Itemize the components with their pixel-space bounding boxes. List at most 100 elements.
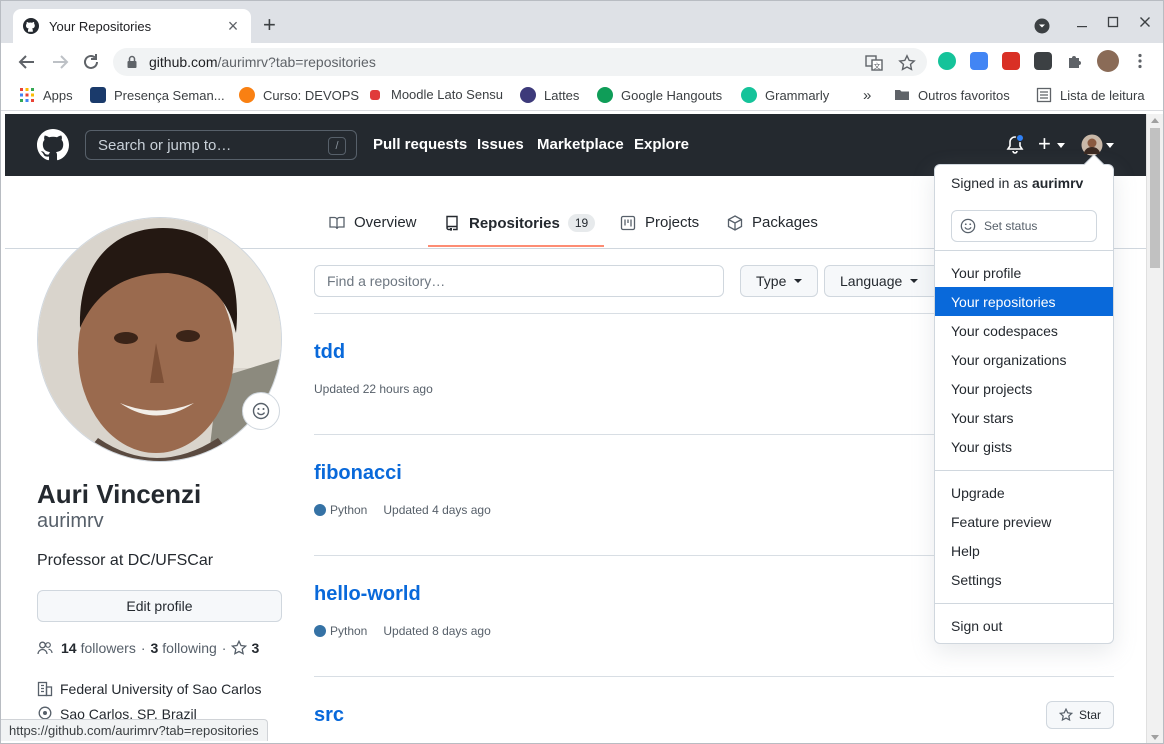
- reading-list-button[interactable]: Lista de leitura: [1036, 87, 1145, 103]
- star-icon[interactable]: [231, 640, 248, 656]
- bookmark-presenca[interactable]: Presença Seman...: [90, 87, 225, 103]
- hangouts-icon: [597, 87, 613, 103]
- maximize-icon[interactable]: [1107, 16, 1119, 28]
- tab-strip: Your Repositories × +: [1, 1, 1163, 43]
- bookmark-lattes[interactable]: Lattes: [520, 87, 579, 103]
- menu-your-profile[interactable]: Your profile: [935, 258, 1113, 287]
- bookmark-moodle-lato[interactable]: Moodle Lato Sensu: [367, 87, 503, 102]
- bookmark-devops[interactable]: Curso: DEVOPS: [239, 87, 359, 103]
- minimize-icon[interactable]: [1076, 20, 1088, 32]
- docs-extension-icon[interactable]: [970, 52, 988, 70]
- menu-your-repositories[interactable]: Your repositories: [935, 287, 1113, 316]
- menu-your-stars[interactable]: Your stars: [935, 403, 1113, 432]
- stars-count[interactable]: 3: [251, 640, 259, 656]
- bookmark-label: Lattes: [544, 87, 580, 103]
- menu-your-organizations[interactable]: Your organizations: [935, 345, 1113, 374]
- followers-link[interactable]: followers: [81, 640, 136, 656]
- nav-issues[interactable]: Issues: [477, 136, 524, 153]
- search-input[interactable]: Search or jump to… /: [85, 130, 357, 160]
- search-placeholder: Search or jump to…: [98, 136, 232, 154]
- set-status-button[interactable]: Set status: [951, 210, 1097, 242]
- tab-packages[interactable]: Packages: [727, 214, 818, 231]
- find-repository-input[interactable]: Find a repository…: [314, 265, 724, 297]
- reload-icon[interactable]: [80, 51, 102, 73]
- nav-pull-requests[interactable]: Pull requests: [373, 136, 467, 153]
- browser-tab[interactable]: Your Repositories ×: [13, 9, 251, 43]
- repo-name-link[interactable]: src: [314, 704, 344, 727]
- extensions-puzzle-icon[interactable]: [1066, 52, 1084, 70]
- bookmark-label: Moodle Lato Sensu: [391, 87, 504, 102]
- back-icon[interactable]: [16, 51, 38, 73]
- chrome-menu-icon[interactable]: [1131, 52, 1149, 70]
- menu-sign-out[interactable]: Sign out: [935, 611, 1113, 640]
- github-logo-icon[interactable]: [37, 129, 69, 161]
- close-tab-icon[interactable]: ×: [225, 17, 241, 35]
- chrome-profile-avatar[interactable]: [1097, 50, 1119, 72]
- more-bookmarks-button[interactable]: »: [863, 87, 871, 104]
- signed-in-as: Signed in as aurimrv: [951, 175, 1083, 191]
- page-scrollbar[interactable]: [1146, 114, 1163, 743]
- notifications-bell-icon[interactable]: [1005, 134, 1025, 156]
- repo-updated: Updated 22 hours ago: [314, 382, 433, 396]
- new-tab-button[interactable]: +: [263, 13, 276, 37]
- grid-extension-icon[interactable]: [1034, 52, 1052, 70]
- chevron-down-icon[interactable]: [1106, 143, 1114, 149]
- menu-your-gists[interactable]: Your gists: [935, 432, 1113, 461]
- language-filter-label: Language: [840, 273, 903, 289]
- language-filter-button[interactable]: Language: [824, 265, 944, 297]
- bookmark-star-icon[interactable]: [898, 54, 916, 72]
- tab-projects[interactable]: Projects: [620, 214, 699, 231]
- repo-name-link[interactable]: tdd: [314, 341, 345, 364]
- red-extension-icon[interactable]: [1002, 52, 1020, 70]
- address-bar[interactable]: github.com/aurimrv?tab=repositories: [113, 48, 927, 76]
- menu-help[interactable]: Help: [935, 536, 1113, 565]
- github-favicon-icon: [23, 18, 39, 34]
- following-count[interactable]: 3: [151, 640, 159, 656]
- followers-count[interactable]: 14: [61, 640, 77, 656]
- repo-name-link[interactable]: hello-world: [314, 583, 421, 606]
- chevrons-right-icon: »: [863, 87, 872, 104]
- bookmark-apps[interactable]: Apps: [19, 87, 73, 103]
- url-text[interactable]: github.com/aurimrv?tab=repositories: [149, 54, 376, 70]
- close-window-icon[interactable]: [1139, 16, 1151, 28]
- translate-icon[interactable]: 文: [865, 54, 883, 72]
- tab-overview[interactable]: Overview: [329, 214, 417, 231]
- chevron-down-icon[interactable]: [1057, 143, 1065, 149]
- repo-updated: Updated 4 days ago: [383, 503, 491, 517]
- bookmark-other-favorites[interactable]: Outros favoritos: [894, 87, 1010, 103]
- nav-explore[interactable]: Explore: [634, 136, 689, 153]
- forward-icon[interactable]: [49, 51, 71, 73]
- tab-label: Packages: [752, 214, 818, 231]
- apps-grid-icon: [20, 88, 34, 102]
- menu-settings[interactable]: Settings: [935, 565, 1113, 594]
- active-tab-underline: [428, 245, 604, 247]
- following-link[interactable]: following: [162, 640, 216, 656]
- project-icon: [620, 215, 636, 230]
- edit-profile-button[interactable]: Edit profile: [37, 590, 282, 622]
- type-filter-button[interactable]: Type: [740, 265, 819, 297]
- profile-photo: [38, 218, 281, 461]
- set-status-emoji-button[interactable]: [242, 392, 280, 430]
- profile-avatar[interactable]: [37, 217, 282, 462]
- bookmark-grammarly[interactable]: Grammarly: [741, 87, 829, 103]
- svg-text:文: 文: [874, 62, 881, 71]
- create-new-plus-icon[interactable]: +: [1038, 131, 1051, 157]
- scroll-down-arrow-icon[interactable]: [1151, 735, 1159, 740]
- scroll-up-arrow-icon[interactable]: [1151, 118, 1159, 123]
- menu-your-projects[interactable]: Your projects: [935, 374, 1113, 403]
- grammarly-extension-icon[interactable]: [938, 52, 956, 70]
- menu-your-codespaces[interactable]: Your codespaces: [935, 316, 1113, 345]
- tab-repositories[interactable]: Repositories 19: [444, 214, 596, 232]
- repo-meta: Python Updated 4 days ago: [314, 503, 491, 517]
- profile-menu-icon[interactable]: [1034, 18, 1050, 34]
- menu-upgrade[interactable]: Upgrade: [935, 478, 1113, 507]
- user-avatar-menu[interactable]: [1081, 134, 1103, 156]
- scrollbar-thumb[interactable]: [1150, 128, 1160, 268]
- lock-icon[interactable]: [125, 55, 139, 69]
- menu-feature-preview[interactable]: Feature preview: [935, 507, 1113, 536]
- repo-name-link[interactable]: fibonacci: [314, 462, 402, 485]
- user-dropdown-menu: Signed in as aurimrv Set status Your pro…: [934, 154, 1114, 644]
- bookmark-hangouts[interactable]: Google Hangouts: [597, 87, 722, 103]
- nav-marketplace[interactable]: Marketplace: [537, 136, 624, 153]
- star-button[interactable]: Star: [1046, 701, 1114, 729]
